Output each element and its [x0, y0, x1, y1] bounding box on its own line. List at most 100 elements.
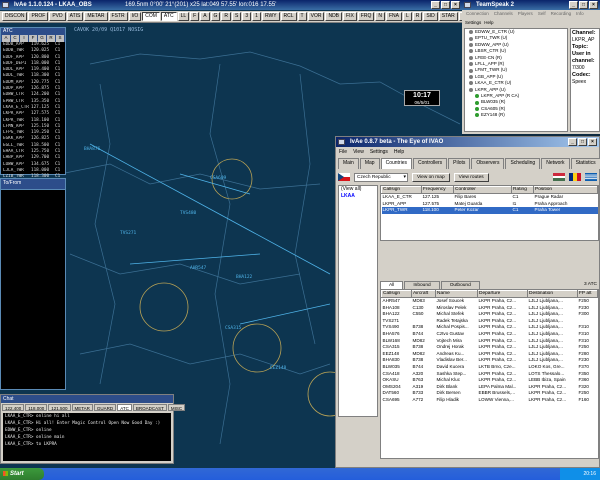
column-header[interactable]: Rating	[511, 186, 534, 194]
view-routes-button[interactable]: View routes	[453, 172, 489, 182]
toolbar-button-3[interactable]: 3	[242, 12, 252, 21]
atc-tab-c[interactable]: C	[11, 35, 19, 42]
chat-tab[interactable]: MISC	[167, 404, 186, 411]
filter-tab[interactable]: Inbound	[404, 281, 440, 289]
table-row[interactable]: CSA418 A320 Sashka Step... LKPR Praha, Cz..…	[382, 371, 598, 378]
toolbar-button-rwy[interactable]: RWY	[261, 12, 280, 21]
toolbar-button-g[interactable]: G	[210, 12, 221, 21]
ts-menu-item[interactable]: Info	[576, 10, 584, 18]
minimize-button[interactable]: _	[568, 138, 577, 146]
ivae-menu-item[interactable]: View	[353, 148, 364, 156]
table-row[interactable]: LKAA_E_CTR 127.125 Filip Bares C1 Prague Rad…	[382, 194, 598, 201]
column-header[interactable]: Aircraft	[411, 290, 436, 298]
chat-tab[interactable]: METAR	[71, 404, 93, 411]
chat-tab[interactable]: ATC	[117, 404, 132, 411]
tab-main[interactable]: Main	[338, 158, 359, 169]
table-row[interactable]: TVS490 B738 Michal Pospis... LKPR Praha, Cz…	[382, 324, 598, 331]
toolbar-button-com[interactable]: COM	[142, 12, 160, 21]
ivae-menu-item[interactable]: Settings	[370, 148, 388, 156]
toolbar-button-t[interactable]: T	[297, 12, 307, 21]
toolbar-button-n[interactable]: N	[375, 12, 385, 21]
toolbar-button-fna[interactable]: FNA	[385, 12, 402, 21]
ts-toolbar-item[interactable]: Settings	[465, 18, 481, 27]
toolbar-button-r[interactable]: R	[412, 12, 423, 21]
maximize-button[interactable]: □	[441, 1, 450, 9]
toolbar-button-metar[interactable]: METAR	[84, 12, 108, 21]
toolbar-button-sid[interactable]: SID	[423, 12, 438, 21]
toolbar-button-prof[interactable]: PROF	[28, 12, 49, 21]
toolbar-button-atc[interactable]: ATC	[160, 12, 177, 21]
airport-item-lkaa[interactable]: LKAA	[339, 193, 377, 200]
tab-scheduling[interactable]: Scheduling	[505, 158, 541, 169]
table-row[interactable]: DAT560 B733 Dirk Bersen EBBR Brussels,... LK…	[382, 390, 598, 397]
column-header[interactable]: Departure	[477, 290, 528, 298]
toolbar-button-s[interactable]: S	[232, 12, 242, 21]
toolbar-button-r[interactable]: R	[221, 12, 232, 21]
channel-item[interactable]: EZY148 (R)	[465, 112, 567, 118]
table-row[interactable]: LKPR_TWR 118.100 Peter Kozar C1 Praha Tower	[381, 207, 598, 214]
tab-map[interactable]: Map	[359, 158, 380, 169]
table-row[interactable]: BHA830 B738 Vladislav Ber... LKPR Praha, Cz…	[382, 357, 598, 364]
chat-tab[interactable]: 122.400	[2, 404, 25, 411]
ivae-titlebar[interactable]: IvAe 0.8.7 beta - The Eye of IVAO _ □ ×	[336, 137, 599, 147]
toolbar-button-i/o[interactable]: I/O	[128, 12, 142, 21]
tab-network[interactable]: Network	[541, 158, 570, 169]
column-header[interactable]: Controller	[453, 186, 512, 194]
column-header[interactable]: FP alt	[577, 290, 598, 298]
close-button[interactable]: ×	[589, 1, 598, 9]
view-all-item[interactable]: (View all)	[339, 186, 377, 193]
table-row[interactable]: BHA576 B744 Cztvo Gustav LKPR Praha, Cz... L…	[382, 331, 598, 338]
toolbar-button-vor[interactable]: VOR	[307, 12, 325, 21]
atc-tab-s[interactable]: S	[56, 35, 64, 42]
toolbar-button-fix[interactable]: FIX	[343, 12, 357, 21]
toolbar-button-discon[interactable]: DISCON	[2, 12, 28, 21]
table-row[interactable]: OKASU B763 Michal Kluc LKPR Praha, Cz... LEB…	[382, 377, 598, 384]
toolbar-button-atis[interactable]: ATIS	[66, 12, 84, 21]
column-header[interactable]: Name	[435, 290, 478, 298]
atc-tab-g[interactable]: G	[38, 35, 46, 42]
table-row[interactable]: AHR547 MD83 Josef Soucek LKPR Praha, Cz... L…	[382, 298, 598, 305]
atc-tab-i[interactable]: I	[20, 35, 28, 42]
table-row[interactable]: LKPR_APP 127.575 Matej Guarda I1 Praha Appro…	[382, 201, 598, 208]
country-select[interactable]: Czech Republic	[354, 172, 408, 182]
chat-tab[interactable]: GUARD	[93, 404, 117, 411]
toolbar-button-pvd[interactable]: PVD	[49, 12, 66, 21]
ts-menu-item[interactable]: Channels	[494, 10, 513, 18]
maximize-button[interactable]: □	[578, 138, 587, 146]
ts-menu-item[interactable]: Players	[518, 10, 533, 18]
close-button[interactable]: ×	[451, 1, 460, 9]
minimize-button[interactable]: _	[569, 1, 578, 9]
tab-pilots[interactable]: Pilots	[448, 158, 471, 169]
tab-statistics[interactable]: Statistics	[570, 158, 600, 169]
ts-menu-item[interactable]: Connection	[466, 10, 489, 18]
toolbar-button-rcl[interactable]: RCL	[280, 12, 297, 21]
toolbar-button-l[interactable]: L	[402, 12, 412, 21]
ivae-menu-item[interactable]: Help	[394, 148, 404, 156]
table-row[interactable]: BLW035 B744 David Kucera LKTB Brno, Cze... L…	[382, 364, 598, 371]
atc-tab-a[interactable]: A	[2, 35, 10, 42]
start-button[interactable]: Start	[0, 468, 44, 480]
column-header[interactable]: Frequency	[421, 186, 454, 194]
filter-tab[interactable]: Outbound	[440, 281, 480, 289]
table-row[interactable]: BHA122 C550 Michal Stefek LKPR Praha, Cz...…	[382, 311, 598, 318]
column-header[interactable]: Callsign	[381, 186, 422, 194]
ts-toolbar-item[interactable]: Help	[484, 18, 493, 27]
table-row[interactable]: TVS271 Radek Tetajska LKPR Praha, Cz... LJL…	[382, 318, 598, 325]
channel-tree[interactable]: EDWW_E_CTR (U) EPTU_TWR (U) EDWW_APP (U) LB…	[464, 28, 568, 132]
view-on-map-button[interactable]: View on map	[412, 172, 450, 182]
table-row[interactable]: CSA315 B738 Ondrej Horak LKPR Praha, Cz... L…	[382, 344, 598, 351]
close-button[interactable]: ×	[588, 138, 597, 146]
chat-tab[interactable]: BROADCAST	[132, 404, 167, 411]
minimize-button[interactable]: _	[431, 1, 440, 9]
tab-countries[interactable]: Countries	[380, 158, 412, 169]
table-row[interactable]: BHA108 C130 Miroslav Pelek LKPR Praha, Cz..…	[382, 305, 598, 312]
chat-tab[interactable]: 121.500	[48, 404, 71, 411]
maximize-button[interactable]: □	[579, 1, 588, 9]
radar-titlebar[interactable]: IvAe 1.1.0.124 - LKAA_OBS 169.5nm 0°00' …	[0, 0, 462, 10]
toolbar-button-ll[interactable]: LL	[177, 12, 190, 21]
table-row[interactable]: OMS204 A319 Dirk Blank LEPA Palma Mal... LKP…	[382, 384, 598, 391]
toolbar-button-f[interactable]: F	[190, 12, 200, 21]
column-header[interactable]: Position	[533, 186, 598, 194]
toolbar-button-ndb[interactable]: NDB	[325, 12, 343, 21]
atc-tab-f[interactable]: F	[29, 35, 37, 42]
